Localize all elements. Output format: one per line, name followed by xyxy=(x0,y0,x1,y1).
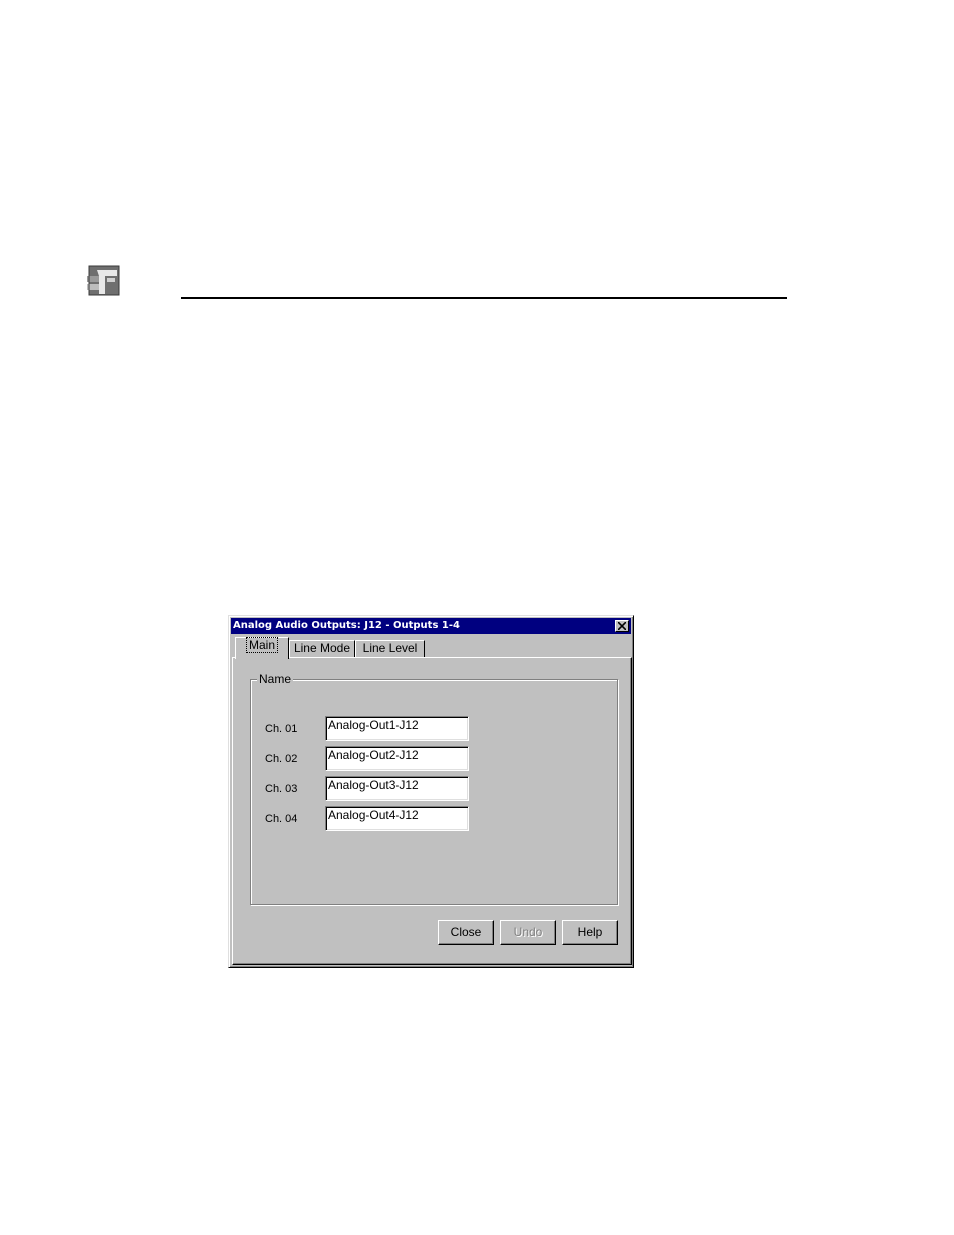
ch-03-name-field[interactable] xyxy=(325,776,469,801)
dialog-title: Analog Audio Outputs: J12 - Outputs 1-4 xyxy=(233,620,460,631)
header-rule xyxy=(181,297,787,299)
tab-main[interactable]: Main xyxy=(235,637,289,659)
undo-button[interactable]: Undo xyxy=(500,920,556,945)
close-button[interactable]: Close xyxy=(438,920,494,945)
tab-main-label: Main xyxy=(245,637,279,653)
tab-line-mode[interactable]: Line Mode xyxy=(289,640,355,657)
tab-line-mode-label: Line Mode xyxy=(293,641,351,655)
ch-03-label: Ch. 03 xyxy=(265,783,298,795)
tab-line-level[interactable]: Line Level xyxy=(355,640,425,657)
ch-02-name-field[interactable] xyxy=(325,746,469,771)
ch-01-name-field[interactable] xyxy=(325,716,469,741)
company-logo-icon xyxy=(85,264,122,297)
name-group-label: Name xyxy=(257,672,294,686)
ch-01-label: Ch. 01 xyxy=(265,723,298,735)
dialog-titlebar[interactable]: Analog Audio Outputs: J12 - Outputs 1-4 xyxy=(231,618,631,634)
ch-04-label: Ch. 04 xyxy=(265,813,298,825)
ch-02-label: Ch. 02 xyxy=(265,753,298,765)
main-tab-panel: Name Ch. 01 Ch. 02 Ch. 03 Ch. 04 Close U… xyxy=(232,657,632,965)
close-icon[interactable] xyxy=(615,620,629,632)
help-button[interactable]: Help xyxy=(562,920,618,945)
tab-line-level-label: Line Level xyxy=(362,641,418,655)
name-groupbox: Name Ch. 01 Ch. 02 Ch. 03 Ch. 04 xyxy=(250,672,618,905)
ch-04-name-field[interactable] xyxy=(325,806,469,831)
analog-audio-outputs-dialog: Analog Audio Outputs: J12 - Outputs 1-4 … xyxy=(228,615,634,968)
